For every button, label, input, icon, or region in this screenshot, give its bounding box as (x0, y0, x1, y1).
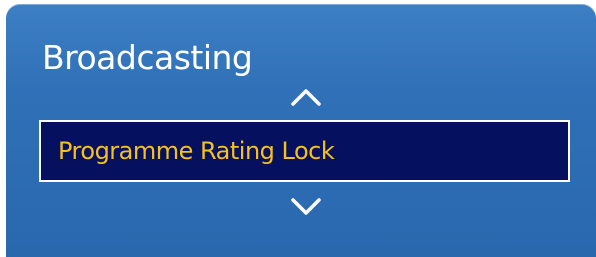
menu-item-programme-rating-lock[interactable]: Programme Rating Lock (39, 120, 570, 182)
menu-item-label: Programme Rating Lock (58, 137, 335, 165)
menu-panel: Broadcasting Programme Rating Lock (6, 4, 596, 257)
menu-title: Broadcasting (42, 38, 253, 77)
chevron-down-icon[interactable] (288, 196, 324, 218)
chevron-up-icon[interactable] (288, 86, 324, 108)
